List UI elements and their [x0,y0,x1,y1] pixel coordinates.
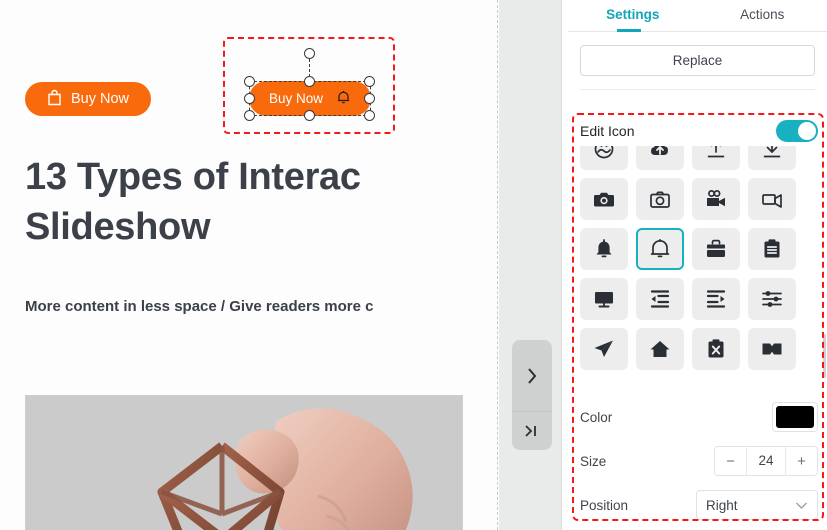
icon-option-download-line-icon[interactable] [748,146,796,170]
icon-grid-scrollbar-thumb[interactable] [823,334,826,378]
position-control-row: Position Right [580,483,818,527]
video-camera-icon [707,190,725,207]
toggle-knob [798,122,816,140]
icon-option-video-camera-icon[interactable] [692,178,740,220]
icon-option-clipboard-close-icon[interactable] [692,328,740,370]
resize-handle-middle-right[interactable] [364,93,375,104]
resize-handle-bottom-left[interactable] [244,110,255,121]
edit-icon-toggle[interactable] [776,120,818,142]
icon-option-cloud-upload-icon[interactable] [636,146,684,170]
image-smile-icon [594,146,614,159]
camera-icon [594,192,614,207]
color-swatch-button[interactable] [772,402,818,432]
size-value[interactable]: 24 [746,447,786,475]
size-control-row: Size − 24 + [580,439,818,483]
collapse-all-button[interactable] [512,412,552,450]
resize-handle-top-left[interactable] [244,76,255,87]
chevron-right-icon [528,367,537,384]
panel-collapse-controls[interactable] [512,340,552,450]
resize-handle-top-center[interactable] [304,76,315,87]
clipboard-close-icon [708,339,724,358]
icon-option-send-plane-icon[interactable] [580,328,628,370]
video-rect-icon [762,194,782,208]
color-label: Color [580,409,613,425]
icon-option-image-smile-icon[interactable] [580,146,628,170]
camera-outline-icon [650,191,670,208]
edit-icon-label: Edit Icon [580,123,635,139]
headline-line-1: 13 Types of Interac [25,156,361,198]
clipboard-list-icon [764,239,780,258]
bell-outline-icon [650,238,670,258]
icon-option-home-icon[interactable] [636,328,684,370]
tab-actions[interactable]: Actions [698,0,827,31]
icon-style-controls: Color Size − 24 + Position Right [580,395,818,527]
icon-option-sliders-icon[interactable] [748,278,796,320]
size-increment-button[interactable]: + [786,447,817,475]
rotate-handle[interactable] [304,48,315,59]
icon-option-camera-icon[interactable] [580,178,628,220]
buy-now-button[interactable]: Buy Now [25,82,152,116]
position-select[interactable]: Right [696,490,818,520]
panel-tabs: Settings Actions [568,0,827,32]
panel-body: Replace [568,32,827,90]
size-decrement-button[interactable]: − [715,447,746,475]
icon-option-camera-outline-icon[interactable] [636,178,684,220]
send-plane-icon [594,340,613,357]
icon-option-align-indent-right-icon[interactable] [692,278,740,320]
slide-subheadline[interactable]: More content in less space / Give reader… [25,298,499,315]
color-swatch [776,406,814,428]
expand-panel-button[interactable] [512,340,552,412]
slide-photo[interactable] [25,395,463,530]
shopping-bag-icon [47,89,62,110]
chevron-down-icon [795,498,808,513]
upload-line-icon [707,146,725,158]
canvas-boundary-line [497,0,498,530]
active-tab-indicator [617,29,641,32]
size-stepper[interactable]: − 24 + [714,446,818,476]
slide-headline[interactable]: 13 Types of Interac Slideshow [25,152,499,252]
download-line-icon [763,146,781,158]
icon-option-monitor-icon[interactable] [580,278,628,320]
canvas-gutter [499,0,562,530]
ticket-icon [762,343,782,355]
panel-divider [580,89,815,90]
editor-window: Buy Now Buy Now 13 Types of Interac Slid… [0,0,827,530]
sliders-icon [762,291,782,307]
slide-canvas[interactable]: Buy Now Buy Now 13 Types of Interac Slid… [0,0,499,530]
icon-grid-scrollbar[interactable] [823,148,827,388]
size-label: Size [580,453,607,469]
align-indent-right-icon [706,290,726,308]
resize-handle-bottom-right[interactable] [364,110,375,121]
chevron-right-bar-icon [525,425,536,437]
buy-now-label: Buy Now [71,91,130,107]
resize-handle-top-right[interactable] [364,76,375,87]
icon-picker-grid[interactable] [580,146,818,388]
edit-icon-row: Edit Icon [580,119,818,143]
icon-option-clipboard-list-icon[interactable] [748,228,796,270]
position-label: Position [580,497,629,513]
align-indent-left-icon [650,290,670,308]
cloud-upload-icon [651,146,668,155]
briefcase-icon [707,239,725,257]
replace-button[interactable]: Replace [580,45,815,76]
home-icon [650,341,670,357]
resize-handle-middle-left[interactable] [244,93,255,104]
monitor-icon [595,292,613,308]
headline-line-2: Slideshow [25,206,211,249]
icon-option-upload-line-icon[interactable] [692,146,740,170]
position-value: Right [706,497,738,513]
icon-option-align-indent-left-icon[interactable] [636,278,684,320]
icon-option-ticket-icon[interactable] [748,328,796,370]
icon-option-bell-outline-icon[interactable] [636,228,684,270]
tab-settings[interactable]: Settings [568,0,698,31]
bell-filled-icon [596,239,612,258]
color-control-row: Color [580,395,818,439]
icon-option-briefcase-icon[interactable] [692,228,740,270]
icon-option-video-rect-icon[interactable] [748,178,796,220]
selected-element-group[interactable]: Buy Now [223,37,395,134]
resize-handle-bottom-center[interactable] [304,110,315,121]
icon-option-bell-filled-icon[interactable] [580,228,628,270]
